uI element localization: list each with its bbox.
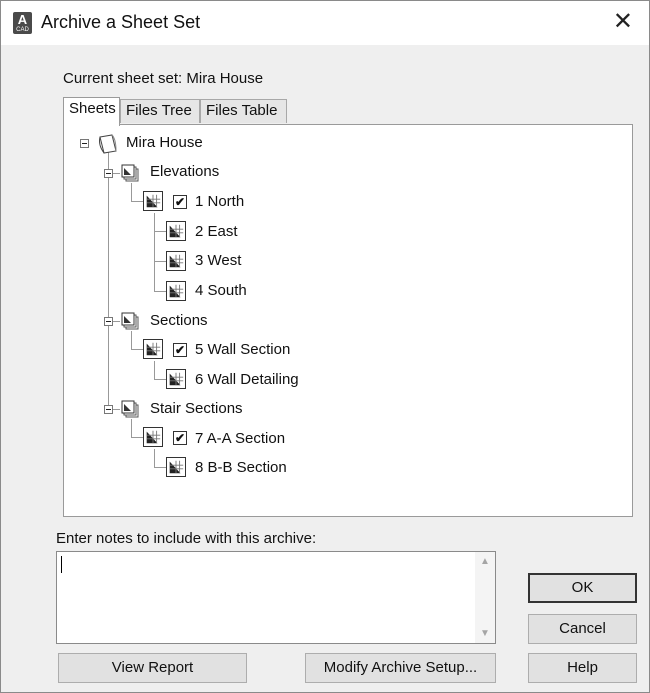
modify-archive-setup-button[interactable]: Modify Archive Setup...: [305, 653, 496, 683]
subset-label-stair-sections[interactable]: Stair Sections: [150, 400, 243, 417]
tree-connector: [108, 149, 109, 409]
sheet-icon: [166, 281, 186, 301]
sheet-icon: [166, 369, 186, 389]
sheet-label-3-west[interactable]: 3 West: [195, 252, 241, 269]
sheet-label-1-north[interactable]: 1 North: [195, 193, 244, 210]
sheet-icon: [143, 339, 163, 359]
sheet-icon: [166, 251, 186, 271]
archive-sheet-set-dialog: A CAD Archive a Sheet Set ✕ Current shee…: [0, 0, 650, 693]
sheet-label-8-bb-section[interactable]: 8 B-B Section: [195, 459, 287, 476]
sheet-set-icon: [99, 134, 117, 154]
collapse-toggle-elevations[interactable]: [104, 169, 113, 178]
notes-scrollbar[interactable]: ▲ ▼: [475, 552, 495, 643]
sheets-tree-panel: Mira House Elevations ✔ 1 North 2 East 3…: [63, 124, 633, 517]
collapse-toggle-stair-sections[interactable]: [104, 405, 113, 414]
text-caret: [61, 556, 62, 573]
sheet-label-4-south[interactable]: 4 South: [195, 282, 247, 299]
subset-label-elevations[interactable]: Elevations: [150, 163, 219, 180]
sheet-icon: [143, 191, 163, 211]
sheet-icon: [166, 457, 186, 477]
subset-icon: [121, 312, 139, 330]
include-checkbox-1-north[interactable]: ✔: [173, 195, 187, 209]
include-checkbox-7-aa-section[interactable]: ✔: [173, 431, 187, 445]
tab-sheets[interactable]: Sheets: [63, 97, 120, 126]
tree-connector: [154, 379, 166, 380]
scroll-down-icon[interactable]: ▼: [475, 628, 495, 639]
current-sheet-set-label: Current sheet set: Mira House: [63, 70, 264, 87]
tree-connector: [154, 361, 155, 379]
collapse-toggle-root[interactable]: [80, 139, 89, 148]
tree-connector: [154, 449, 155, 467]
help-button[interactable]: Help: [528, 653, 637, 683]
app-icon-sub: CAD: [16, 27, 29, 33]
sheet-label-7-aa-section[interactable]: 7 A-A Section: [195, 430, 285, 447]
sheet-label-5-wall-section[interactable]: 5 Wall Section: [195, 341, 290, 358]
tree-root-label[interactable]: Mira House: [126, 134, 203, 151]
notes-textarea[interactable]: ▲ ▼: [56, 551, 496, 644]
window-title: Archive a Sheet Set: [41, 12, 201, 32]
ok-button[interactable]: OK: [528, 573, 637, 603]
collapse-toggle-sections[interactable]: [104, 317, 113, 326]
view-report-button[interactable]: View Report: [58, 653, 247, 683]
app-icon-letter: A: [17, 12, 28, 27]
tree-connector: [131, 331, 132, 349]
subset-icon: [121, 164, 139, 182]
tab-files-tree[interactable]: Files Tree: [120, 99, 200, 123]
subset-icon: [121, 400, 139, 418]
sheet-icon: [143, 427, 163, 447]
sheet-icon: [166, 221, 186, 241]
scroll-up-icon[interactable]: ▲: [475, 556, 495, 567]
tree-connector: [154, 467, 166, 468]
close-icon[interactable]: ✕: [613, 9, 633, 35]
tab-files-table[interactable]: Files Table: [200, 99, 287, 123]
sheet-tree: Mira House Elevations ✔ 1 North 2 East 3…: [64, 125, 632, 516]
sheet-label-6-wall-detailing[interactable]: 6 Wall Detailing: [195, 371, 299, 388]
app-icon: A CAD: [13, 12, 32, 34]
cancel-button[interactable]: Cancel: [528, 614, 637, 644]
tree-connector: [154, 261, 166, 262]
tree-connector: [154, 231, 166, 232]
subset-label-sections[interactable]: Sections: [150, 312, 208, 329]
sheet-label-2-east[interactable]: 2 East: [195, 223, 238, 240]
notes-label: Enter notes to include with this archive…: [56, 530, 317, 547]
title-bar: A CAD Archive a Sheet Set ✕: [1, 1, 649, 45]
tree-connector: [131, 183, 132, 201]
tree-connector: [131, 419, 132, 437]
include-checkbox-5-wall-section[interactable]: ✔: [173, 343, 187, 357]
tree-connector: [154, 213, 155, 291]
tree-connector: [154, 291, 166, 292]
